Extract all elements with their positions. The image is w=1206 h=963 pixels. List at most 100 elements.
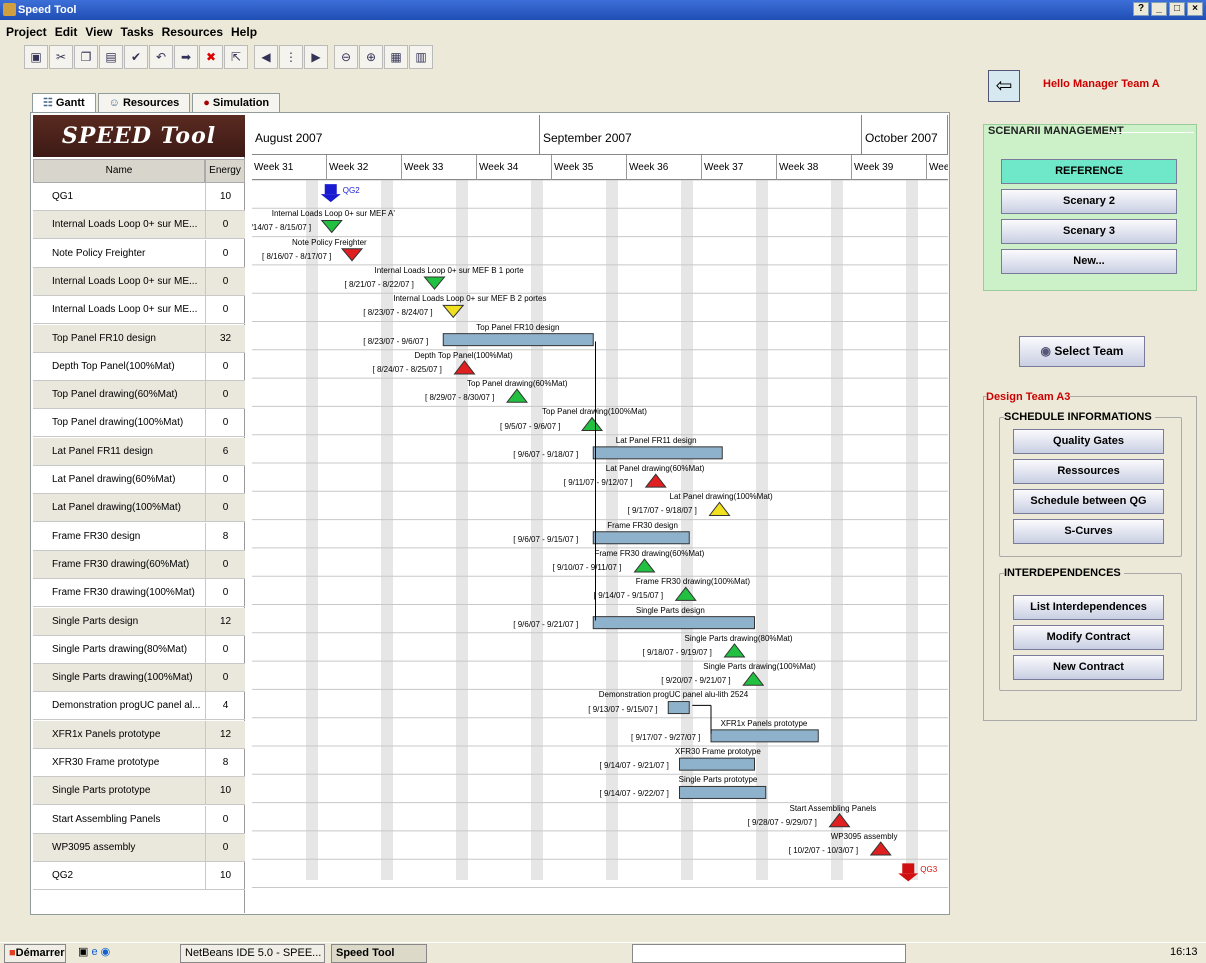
delta-label: Frame FR30 drawing(60%Mat) xyxy=(594,548,705,558)
left-arrow-icon[interactable]: ◀ xyxy=(254,45,278,69)
start-button[interactable]: ■Démarrer xyxy=(4,944,66,963)
select-team-label: Select Team xyxy=(1054,344,1124,358)
maximize-button[interactable]: □ xyxy=(1169,2,1185,16)
task-name: Start Assembling Panels xyxy=(52,806,200,834)
task-row[interactable]: QG2 10 xyxy=(33,862,245,891)
task-bar-label: Single Parts prototype xyxy=(678,775,758,785)
taskbar-netbeans[interactable]: NetBeans IDE 5.0 - SPEE... xyxy=(180,944,325,963)
cut-icon[interactable]: ✂ xyxy=(49,45,73,69)
task-row[interactable]: WP3095 assembly 0 xyxy=(33,833,245,862)
manager-greeting: Hello Manager Team A xyxy=(1043,78,1160,90)
task-row[interactable]: Frame FR30 design 8 xyxy=(33,522,245,551)
task-row[interactable]: XFR1x Panels prototype 12 xyxy=(33,720,245,749)
tab-resources[interactable]: ☺ Resources xyxy=(97,93,191,113)
task-energy: 8 xyxy=(205,522,245,551)
task-energy: 0 xyxy=(205,805,245,834)
help-window-button[interactable]: ? xyxy=(1133,2,1149,16)
split-icon[interactable]: ⋮ xyxy=(279,45,303,69)
task-row[interactable]: Start Assembling Panels 0 xyxy=(33,805,245,834)
report-icon[interactable]: ▦ xyxy=(384,45,408,69)
reference-button[interactable]: REFERENCE xyxy=(1001,159,1177,184)
task-name: Top Panel drawing(60%Mat) xyxy=(52,381,200,409)
modify-contract-button[interactable]: Modify Contract xyxy=(1013,625,1164,650)
select-team-button[interactable]: ◉ Select Team xyxy=(1019,336,1145,367)
delta-marker xyxy=(644,473,667,488)
task-row[interactable]: Top Panel drawing(60%Mat) 0 xyxy=(33,381,245,410)
task-row[interactable]: Internal Loads Loop 0+ sur ME... 0 xyxy=(33,267,245,296)
delete-icon[interactable]: ✖ xyxy=(199,45,223,69)
delta-dates: [ 9/28/07 - 9/29/07 ] xyxy=(747,817,817,827)
paste-icon[interactable]: ▤ xyxy=(99,45,123,69)
desktop-icon[interactable]: ▣ xyxy=(78,946,88,958)
task-row[interactable]: Top Panel drawing(100%Mat) 0 xyxy=(33,409,245,438)
scenary-3-button[interactable]: Scenary 3 xyxy=(1001,219,1177,244)
quality-gates-button[interactable]: Quality Gates xyxy=(1013,429,1164,454)
task-row[interactable]: Frame FR30 drawing(60%Mat) 0 xyxy=(33,550,245,579)
task-bar xyxy=(679,757,755,771)
task-row[interactable]: Top Panel FR10 design 32 xyxy=(33,324,245,353)
delta-label: Depth Top Panel(100%Mat) xyxy=(414,350,513,360)
zoom-out-icon[interactable]: ⊖ xyxy=(334,45,358,69)
column-header-name[interactable]: Name xyxy=(33,159,205,183)
menu-project[interactable]: Project xyxy=(6,22,47,42)
task-row[interactable]: Lat Panel drawing(100%Mat) 0 xyxy=(33,494,245,523)
tab-gantt[interactable]: ☷ Gantt xyxy=(32,93,96,113)
task-bar xyxy=(592,616,755,630)
menu-resources[interactable]: Resources xyxy=(162,22,223,42)
taskbar-address-field[interactable] xyxy=(632,944,906,963)
milestone-label: Note Policy Freighter xyxy=(292,237,367,247)
task-row[interactable]: Single Parts prototype 10 xyxy=(33,777,245,806)
menu-view[interactable]: View xyxy=(85,22,112,42)
menu-tasks[interactable]: Tasks xyxy=(121,22,154,42)
task-row[interactable]: Depth Top Panel(100%Mat) 0 xyxy=(33,352,245,381)
task-energy: 6 xyxy=(205,437,245,466)
scenary-2-button[interactable]: Scenary 2 xyxy=(1001,189,1177,214)
menu-edit[interactable]: Edit xyxy=(55,22,78,42)
menu-help[interactable]: Help xyxy=(231,22,257,42)
column-header-energy[interactable]: Energy xyxy=(205,159,245,183)
task-energy: 0 xyxy=(205,296,245,325)
schedule-between-qg-button[interactable]: Schedule between QG xyxy=(1013,489,1164,514)
zoom-in-icon[interactable]: ⊕ xyxy=(359,45,383,69)
week-header: Week 36 xyxy=(627,155,702,180)
task-row[interactable]: Demonstration progUC panel al... 4 xyxy=(33,692,245,721)
task-bar xyxy=(592,531,690,545)
firefox-icon[interactable]: ◉ xyxy=(101,946,111,958)
task-row[interactable]: Internal Loads Loop 0+ sur ME... 0 xyxy=(33,211,245,240)
task-row[interactable]: Frame FR30 drawing(100%Mat) 0 xyxy=(33,579,245,608)
check-icon[interactable]: ✔ xyxy=(124,45,148,69)
undo-icon[interactable]: ↶ xyxy=(149,45,173,69)
task-energy: 10 xyxy=(205,777,245,806)
schedule-info-title: SCHEDULE INFORMATIONS xyxy=(1004,411,1155,423)
close-button[interactable]: × xyxy=(1187,2,1203,16)
task-name: Lat Panel FR11 design xyxy=(52,438,200,466)
copy-doc-icon[interactable]: ▥ xyxy=(409,45,433,69)
indent-icon[interactable]: ➡ xyxy=(174,45,198,69)
list-interdependences-button[interactable]: List Interdependences xyxy=(1013,595,1164,620)
task-row[interactable]: Lat Panel FR11 design 6 xyxy=(33,437,245,466)
task-row[interactable]: QG1 10 xyxy=(33,183,245,211)
task-name: Internal Loads Loop 0+ sur ME... xyxy=(52,268,200,296)
task-row[interactable]: Single Parts drawing(100%Mat) 0 xyxy=(33,664,245,693)
task-row[interactable]: Note Policy Freighter 0 xyxy=(33,239,245,268)
copy-icon[interactable]: ❐ xyxy=(74,45,98,69)
task-row[interactable]: Internal Loads Loop 0+ sur ME... 0 xyxy=(33,296,245,325)
save-icon[interactable]: ▣ xyxy=(24,45,48,69)
export-icon[interactable]: ⇱ xyxy=(224,45,248,69)
taskbar-speed-tool[interactable]: Speed Tool xyxy=(331,944,427,963)
task-row[interactable]: XFR30 Frame prototype 8 xyxy=(33,749,245,777)
s-curves-button[interactable]: S-Curves xyxy=(1013,519,1164,544)
task-row[interactable]: Lat Panel drawing(60%Mat) 0 xyxy=(33,466,245,494)
new-contract-button[interactable]: New Contract xyxy=(1013,655,1164,680)
task-row[interactable]: Single Parts drawing(80%Mat) 0 xyxy=(33,635,245,664)
new-scenario-button[interactable]: New... xyxy=(1001,249,1177,274)
milestone-dates: [ 8/14/07 - 8/15/07 ] xyxy=(252,223,312,233)
exit-door-icon[interactable]: ⇦ xyxy=(988,70,1020,102)
ressources-button[interactable]: Ressources xyxy=(1013,459,1164,484)
ie-icon[interactable]: e xyxy=(91,946,97,958)
right-arrow-icon[interactable]: ▶ xyxy=(304,45,328,69)
menu-bar: Project Edit View Tasks Resources Help xyxy=(0,22,265,42)
tab-simulation[interactable]: ● Simulation xyxy=(192,93,281,113)
minimize-button[interactable]: _ xyxy=(1151,2,1167,16)
task-row[interactable]: Single Parts design 12 xyxy=(33,607,245,636)
